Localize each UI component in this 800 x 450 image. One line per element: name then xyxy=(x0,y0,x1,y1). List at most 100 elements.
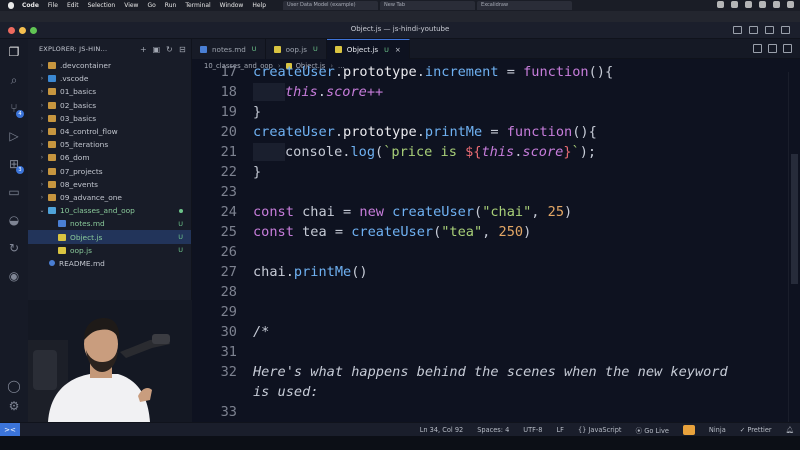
language-mode[interactable]: {} JavaScript xyxy=(578,426,622,434)
ninja-icon[interactable] xyxy=(682,425,695,435)
run-debug-icon[interactable]: ▷ xyxy=(7,129,21,143)
toggle-sidebar-icon[interactable] xyxy=(733,26,742,34)
explorer-item[interactable]: ⌄ 10_classes_and_oop xyxy=(28,204,191,217)
explorer-item[interactable]: oop.js U xyxy=(28,244,191,257)
explorer-item[interactable]: › 03_basics xyxy=(28,112,191,125)
explorer-item[interactable]: notes.md U xyxy=(28,217,191,230)
toggle-panel-icon[interactable] xyxy=(749,26,758,34)
tray-icon[interactable] xyxy=(717,1,724,8)
collapse-all-icon[interactable]: ⊟ xyxy=(178,45,187,54)
toggle-secondary-sidebar-icon[interactable] xyxy=(765,26,774,34)
cursor-position[interactable]: Ln 34, Col 92 xyxy=(420,426,464,434)
explorer-item[interactable]: › 02_basics xyxy=(28,99,191,112)
prettier-status[interactable]: ✓ Prettier xyxy=(740,426,772,434)
menu-window[interactable]: Window xyxy=(220,2,244,9)
explorer-item[interactable]: › 06_dom xyxy=(28,151,191,164)
menu-help[interactable]: Help xyxy=(252,2,266,9)
menu-edit[interactable]: Edit xyxy=(67,2,79,9)
code-line[interactable]: 20 createUser.prototype.printMe = functio… xyxy=(192,122,788,142)
search-icon[interactable] xyxy=(773,1,780,8)
code-line[interactable]: 18 this.score++ xyxy=(192,82,788,102)
menu-selection[interactable]: Selection xyxy=(88,2,116,9)
tray-icon[interactable] xyxy=(731,1,738,8)
explorer-item[interactable]: › 07_projects xyxy=(28,165,191,178)
code-line[interactable]: 24 const chai = new createUser("chai", 25… xyxy=(192,202,788,222)
code-line[interactable]: is used: xyxy=(192,382,788,402)
code-line[interactable]: 33 xyxy=(192,402,788,422)
explorer-item[interactable]: › 01_basics xyxy=(28,85,191,98)
explorer-item[interactable]: › 08_events xyxy=(28,178,191,191)
explorer-item[interactable]: › .devcontainer xyxy=(28,59,191,72)
editor-scrollbar[interactable] xyxy=(788,72,800,422)
browser-tab[interactable]: User Data Model (example) xyxy=(283,1,379,10)
customize-layout-icon[interactable] xyxy=(781,26,790,34)
remote-indicator[interactable]: >< xyxy=(0,422,20,437)
go-live-button[interactable]: ⦿ Go Live xyxy=(636,425,669,435)
explorer-item[interactable]: README.md xyxy=(28,257,191,270)
refresh-icon[interactable]: ↻ xyxy=(165,45,174,54)
menu-file[interactable]: File xyxy=(48,2,58,9)
code-token: ) xyxy=(564,204,573,220)
docker-icon[interactable]: ◒ xyxy=(7,213,21,227)
code-line[interactable]: 27 chai.printMe() xyxy=(192,262,788,282)
account-icon[interactable]: ◯ xyxy=(7,379,21,393)
compare-icon[interactable] xyxy=(768,44,777,53)
code-line[interactable]: 22} xyxy=(192,162,788,182)
source-control-icon[interactable]: ⑂ 4 xyxy=(7,101,24,118)
notifications-icon[interactable]: 🔔︎ xyxy=(786,426,794,434)
accounts-icon[interactable]: ◉ xyxy=(7,269,21,283)
browser-tab[interactable]: Excalidraw xyxy=(477,1,573,10)
extensions-icon[interactable]: ⊞ 3 xyxy=(7,157,24,174)
explorer-item-label: 03_basics xyxy=(60,113,97,123)
live-share-icon[interactable]: ↻ xyxy=(7,241,21,255)
code-line[interactable]: 28 xyxy=(192,282,788,302)
new-file-icon[interactable]: + xyxy=(139,45,148,54)
code-line[interactable]: 23 xyxy=(192,182,788,202)
explorer-item[interactable]: Object.js U xyxy=(28,230,191,244)
settings-gear-icon[interactable]: ⚙ xyxy=(7,399,21,413)
code-line[interactable]: 29 xyxy=(192,302,788,322)
remote-explorer-icon[interactable]: ▭ xyxy=(7,185,21,199)
code-line[interactable]: 32 Here's what happens behind the scenes … xyxy=(192,362,788,382)
control-center-icon[interactable] xyxy=(787,1,794,8)
search-icon[interactable]: ⌕ xyxy=(7,73,21,87)
wifi-icon[interactable] xyxy=(759,1,766,8)
scrollbar-thumb[interactable] xyxy=(791,154,798,284)
tray-icon[interactable] xyxy=(745,1,752,8)
explorer-item[interactable]: › 05_iterations xyxy=(28,138,191,151)
menu-terminal[interactable]: Terminal xyxy=(185,2,210,9)
code-line[interactable]: 26 xyxy=(192,242,788,262)
indentation[interactable]: Spaces: 4 xyxy=(477,426,509,434)
code-line[interactable]: 31 xyxy=(192,342,788,362)
code-line[interactable]: 19} xyxy=(192,102,788,122)
code-line[interactable]: 21 console.log(`price is ${this.score}`); xyxy=(192,142,788,162)
browser-tab[interactable]: New Tab xyxy=(380,1,476,10)
new-folder-icon[interactable]: ▣ xyxy=(152,45,161,54)
explorer-item[interactable]: › 04_control_flow xyxy=(28,125,191,138)
code-line[interactable]: 30 /* xyxy=(192,322,788,342)
apple-icon[interactable] xyxy=(8,2,14,9)
tab-object-js[interactable]: Object.js U × xyxy=(326,39,410,59)
encoding[interactable]: UTF-8 xyxy=(523,426,542,434)
menu-go[interactable]: Go xyxy=(147,2,155,9)
code-token: printMe xyxy=(424,124,483,140)
more-actions-icon[interactable] xyxy=(783,44,792,53)
code-line[interactable]: 17 createUser.prototype.increment = funct… xyxy=(192,62,788,82)
explorer-item[interactable]: › .vscode xyxy=(28,72,191,85)
menu-app-name[interactable]: Code xyxy=(22,2,39,9)
js-file-icon xyxy=(273,45,281,53)
explorer-item[interactable]: › 09_advance_one xyxy=(28,191,191,204)
code-token: score++ xyxy=(325,84,384,100)
close-tab-icon[interactable]: × xyxy=(395,46,401,54)
explorer-icon[interactable]: ❐ xyxy=(7,45,21,59)
ninja-status[interactable]: Ninja xyxy=(709,426,726,434)
code-editor[interactable]: 17 createUser.prototype.increment = funct… xyxy=(192,62,788,422)
tab-oop-js[interactable]: oop.js U xyxy=(265,39,327,59)
menu-view[interactable]: View xyxy=(124,2,138,9)
indent-guide xyxy=(253,83,285,101)
end-of-line[interactable]: LF xyxy=(557,426,564,434)
menu-run[interactable]: Run xyxy=(165,2,177,9)
tab-notes-md[interactable]: notes.md U xyxy=(192,39,266,59)
code-line[interactable]: 25 const tea = createUser("tea", 250) xyxy=(192,222,788,242)
split-editor-icon[interactable] xyxy=(753,44,762,53)
